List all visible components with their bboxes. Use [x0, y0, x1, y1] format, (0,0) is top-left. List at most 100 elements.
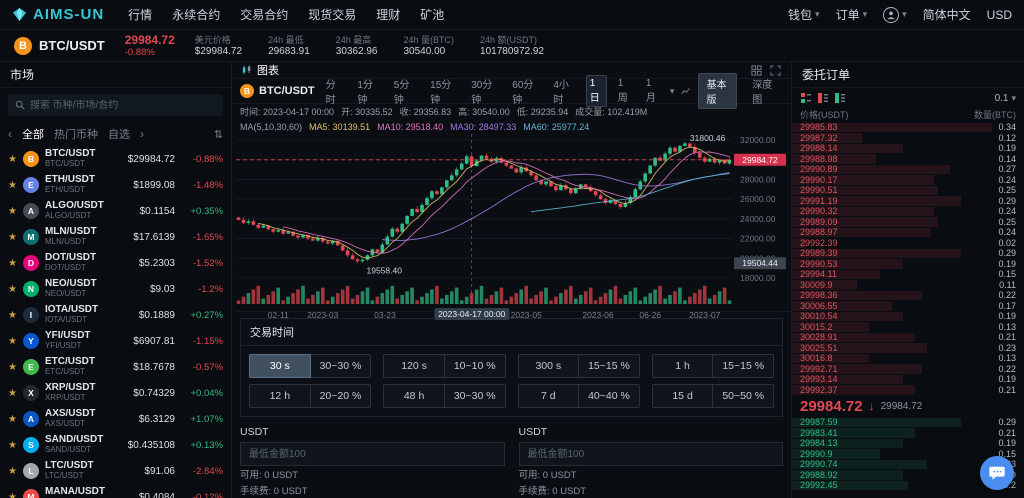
book-mode-asks-icon[interactable] — [817, 92, 829, 104]
market-list-item[interactable]: ★ D DOT/USDT DOT/USDT $5.2303 -1.52% — [0, 250, 231, 276]
orderbook-ask-row[interactable]: 30010.54 0.19 — [792, 311, 1024, 322]
timeframe-button[interactable]: 1月 — [642, 75, 663, 107]
orderbook-ask-row[interactable]: 30015.2 0.13 — [792, 322, 1024, 333]
orderbook-ask-row[interactable]: 29989.39 0.29 — [792, 248, 1024, 259]
favorite-star-icon[interactable]: ★ — [8, 180, 17, 191]
orderbook-ask-row[interactable]: 29994.11 0.15 — [792, 269, 1024, 280]
amount-input[interactable] — [240, 442, 505, 466]
period-percent-button[interactable]: 20~20 % — [311, 384, 372, 408]
period-time-button[interactable]: 120 s — [383, 354, 445, 378]
orderbook-ask-row[interactable]: 29990.51 0.25 — [792, 185, 1024, 196]
orderbook-ask-row[interactable]: 29992.37 0.21 — [792, 385, 1024, 396]
orderbook-ask-row[interactable]: 30009.9 0.11 — [792, 280, 1024, 291]
period-percent-button[interactable]: 50~50 % — [713, 384, 774, 408]
favorite-star-icon[interactable]: ★ — [8, 440, 17, 451]
orderbook-ask-row[interactable]: 29988.98 0.14 — [792, 154, 1024, 165]
book-mode-bids-icon[interactable] — [834, 92, 846, 104]
market-tab[interactable]: 热门币种 — [54, 126, 98, 142]
market-list-item[interactable]: ★ X XRP/USDT XRP/USDT $0.74329 +0.04% — [0, 380, 231, 406]
orderbook-ask-row[interactable]: 29998.36 0.22 — [792, 290, 1024, 301]
period-percent-button[interactable]: 30~30 % — [445, 384, 506, 408]
tab-chart[interactable]: 图表 — [242, 62, 279, 78]
brand-logo[interactable]: AIMS-UN — [12, 6, 104, 23]
chat-support-button[interactable] — [980, 456, 1014, 490]
orderbook-ask-row[interactable]: 30028.91 0.21 — [792, 332, 1024, 343]
orderbook-ask-row[interactable]: 29987.32 0.12 — [792, 133, 1024, 144]
market-list-item[interactable]: ★ A AXS/USDT AXS/USDT $6.3129 +1.07% — [0, 406, 231, 432]
orderbook-ask-row[interactable]: 29988.97 0.24 — [792, 227, 1024, 238]
market-list-item[interactable]: ★ E ETC/USDT ETC/USDT $18.7678 -0.57% — [0, 354, 231, 380]
orderbook-ask-row[interactable]: 29985.83 0.34 — [792, 122, 1024, 133]
favorite-star-icon[interactable]: ★ — [8, 232, 17, 243]
favorite-star-icon[interactable]: ★ — [8, 388, 17, 399]
market-tab[interactable]: 自选 — [108, 126, 130, 142]
market-list-item[interactable]: ★ Y YFI/USDT YFI/USDT $6907.81 -1.15% — [0, 328, 231, 354]
account-menu[interactable]: ▾ — [883, 7, 907, 23]
nav-item[interactable]: 交易合约 — [240, 6, 288, 23]
orderbook-ask-row[interactable]: 29992.39 0.02 — [792, 238, 1024, 249]
nav-item[interactable]: 永续合约 — [172, 6, 220, 23]
timeframe-button[interactable]: 1周 — [614, 75, 635, 107]
nav-item[interactable]: 矿池 — [420, 6, 444, 23]
chevron-left-icon[interactable]: ‹ — [8, 127, 12, 141]
pair-selector[interactable]: B BTC/USDT — [14, 37, 105, 55]
book-mode-both-icon[interactable] — [800, 92, 812, 104]
nav-item[interactable]: 理财 — [376, 6, 400, 23]
orderbook-ask-row[interactable]: 30025.51 0.23 — [792, 343, 1024, 354]
market-list-item[interactable]: ★ M MLN/USDT MLN/USDT $17.6139 -1.65% — [0, 224, 231, 250]
orderbook-bid-row[interactable]: 29984.13 0.19 — [792, 438, 1024, 449]
wallet-menu[interactable]: 钱包 ▾ — [788, 6, 820, 23]
orders-menu[interactable]: 订单 ▾ — [836, 6, 868, 23]
orderbook-bid-row[interactable]: 29987.59 0.29 — [792, 417, 1024, 428]
market-tab[interactable]: 全部 — [22, 126, 44, 142]
market-list-item[interactable]: ★ I IOTA/USDT IOTA/USDT $0.1889 +0.27% — [0, 302, 231, 328]
market-list-item[interactable]: ★ A ALGO/USDT ALGO/USDT $0.1154 +0.35% — [0, 198, 231, 224]
period-time-button[interactable]: 7 d — [518, 384, 580, 408]
favorite-star-icon[interactable]: ★ — [8, 336, 17, 347]
period-percent-button[interactable]: 10~10 % — [445, 354, 506, 378]
orderbook-ask-row[interactable]: 29991.19 0.29 — [792, 196, 1024, 207]
search-input[interactable] — [30, 100, 216, 111]
nav-item[interactable]: 行情 — [128, 6, 152, 23]
orderbook-ask-row[interactable]: 29992.71 0.22 — [792, 364, 1024, 375]
favorite-star-icon[interactable]: ★ — [8, 310, 17, 321]
language-selector[interactable]: 简体中文 — [923, 6, 971, 23]
sort-icon[interactable]: ⇅ — [214, 128, 223, 141]
favorite-star-icon[interactable]: ★ — [8, 284, 17, 295]
period-time-button[interactable]: 300 s — [518, 354, 580, 378]
chevron-down-icon[interactable]: ▾ — [670, 86, 675, 97]
orderbook-ask-row[interactable]: 30016.8 0.13 — [792, 353, 1024, 364]
orderbook-ask-row[interactable]: 29990.53 0.19 — [792, 259, 1024, 270]
favorite-star-icon[interactable]: ★ — [8, 362, 17, 373]
nav-item[interactable]: 现货交易 — [308, 6, 356, 23]
market-list-item[interactable]: ★ N NEO/USDT NEO/USDT $9.03 -1.2% — [0, 276, 231, 302]
timeframe-button[interactable]: 1日 — [586, 75, 607, 107]
amount-input[interactable] — [519, 442, 784, 466]
orderbook-bid-row[interactable]: 29983.41 0.21 — [792, 428, 1024, 439]
market-list-item[interactable]: ★ M MANA/USDT MANA/USDT $0.4084 -0.12% — [0, 484, 231, 498]
market-list-item[interactable]: ★ B BTC/USDT BTC/USDT $29984.72 -0.88% — [0, 146, 231, 172]
period-time-button[interactable]: 30 s — [249, 354, 311, 378]
orderbook-ask-row[interactable]: 29990.17 0.24 — [792, 175, 1024, 186]
favorite-star-icon[interactable]: ★ — [8, 206, 17, 217]
indicator-icon[interactable] — [681, 86, 690, 97]
period-percent-button[interactable]: 15~15 % — [713, 354, 774, 378]
market-list-item[interactable]: ★ L LTC/USDT LTC/USDT $91.06 -2.84% — [0, 458, 231, 484]
period-percent-button[interactable]: 40~40 % — [579, 384, 640, 408]
orderbook-ask-row[interactable]: 29990.32 0.24 — [792, 206, 1024, 217]
market-list-item[interactable]: ★ S SAND/USDT SAND/USDT $0.435108 +0.13% — [0, 432, 231, 458]
period-percent-button[interactable]: 30~30 % — [311, 354, 372, 378]
orderbook-ask-row[interactable]: 30006.55 0.17 — [792, 301, 1024, 312]
period-percent-button[interactable]: 15~15 % — [579, 354, 640, 378]
precision-dropdown[interactable]: 0.1 ▾ — [995, 93, 1016, 104]
orderbook-ask-row[interactable]: 29990.89 0.27 — [792, 164, 1024, 175]
period-time-button[interactable]: 12 h — [249, 384, 311, 408]
period-time-button[interactable]: 1 h — [652, 354, 714, 378]
period-time-button[interactable]: 15 d — [652, 384, 714, 408]
orderbook-ask-row[interactable]: 29989.09 0.25 — [792, 217, 1024, 228]
search-box[interactable] — [8, 94, 223, 116]
market-list-item[interactable]: ★ E ETH/USDT ETH/USDT $1899.08 -1.48% — [0, 172, 231, 198]
currency-selector[interactable]: USD — [987, 8, 1012, 22]
favorite-star-icon[interactable]: ★ — [8, 414, 17, 425]
period-time-button[interactable]: 48 h — [383, 384, 445, 408]
